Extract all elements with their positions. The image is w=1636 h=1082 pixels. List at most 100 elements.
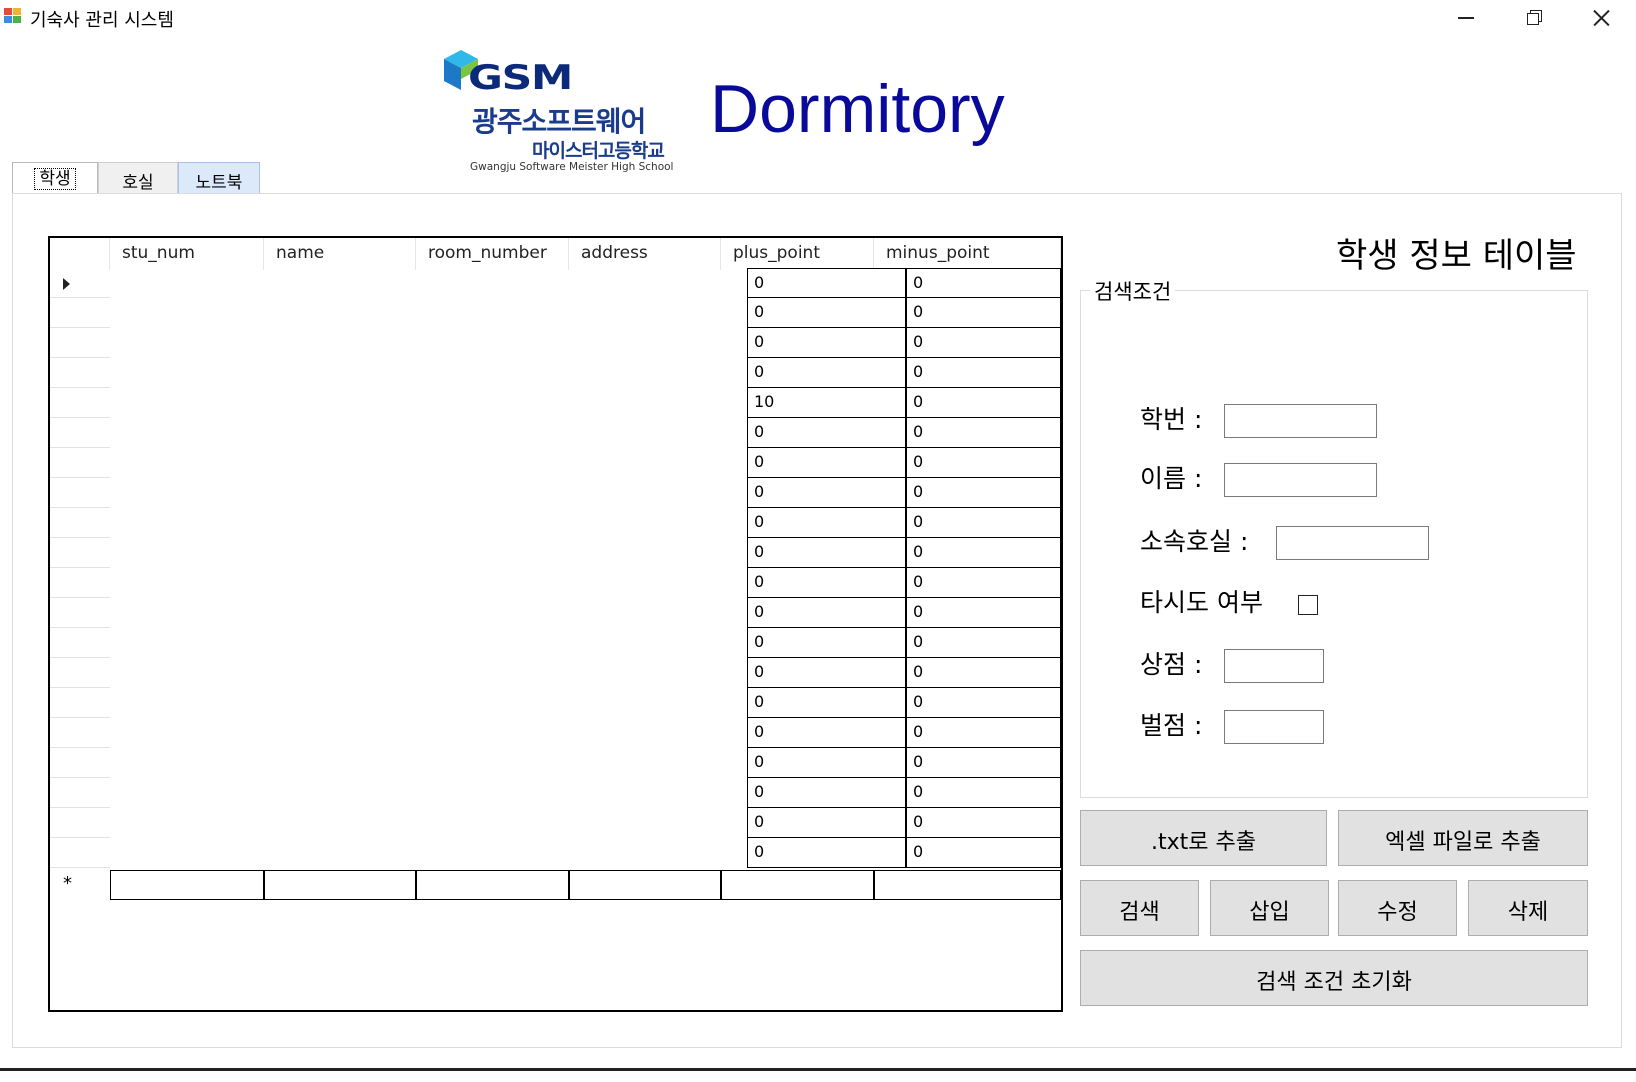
row-header[interactable] [50,418,110,448]
cell-minus-point[interactable]: 0 [906,508,1061,538]
cell-plus-point[interactable]: 0 [747,598,906,628]
cell-minus-point[interactable]: 0 [906,268,1061,298]
row-header[interactable] [50,568,110,598]
cell-minus-point[interactable]: 0 [906,628,1061,658]
delete-button[interactable]: 삭제 [1468,880,1588,936]
row-header[interactable] [50,298,110,328]
new-row-cell[interactable] [874,870,1061,900]
room-input[interactable] [1276,526,1429,560]
cell-minus-point[interactable]: 0 [906,298,1061,328]
cell-plus-point[interactable]: 0 [747,628,906,658]
export-txt-button[interactable]: .txt로 추출 [1080,810,1327,866]
close-button[interactable] [1566,0,1636,36]
cell-plus-point[interactable]: 0 [747,718,906,748]
cell-minus-point[interactable]: 0 [906,658,1061,688]
row-header[interactable] [50,628,110,658]
row-header[interactable] [50,508,110,538]
column-header-plus-point[interactable]: plus_point [721,238,874,270]
table-row[interactable]: 00 [50,718,1061,748]
cell-minus-point[interactable]: 0 [906,418,1061,448]
table-row[interactable]: 00 [50,418,1061,448]
row-header[interactable] [50,838,110,868]
cell-plus-point[interactable]: 0 [747,508,906,538]
cell-plus-point[interactable]: 0 [747,358,906,388]
cell-minus-point[interactable]: 0 [906,748,1061,778]
tab-student[interactable]: 학생 [12,162,98,194]
table-row[interactable]: 00 [50,598,1061,628]
row-header[interactable] [50,478,110,508]
cell-plus-point[interactable]: 0 [747,568,906,598]
stu-num-input[interactable] [1224,404,1377,438]
table-row[interactable]: 00 [50,328,1061,358]
cell-plus-point[interactable]: 0 [747,778,906,808]
table-row[interactable]: 00 [50,538,1061,568]
cell-minus-point[interactable]: 0 [906,538,1061,568]
cell-plus-point[interactable]: 0 [747,328,906,358]
cell-plus-point[interactable]: 10 [747,388,906,418]
student-data-grid[interactable]: stu_num name room_number address plus_po… [48,236,1063,1012]
cell-minus-point[interactable]: 0 [906,358,1061,388]
cell-minus-point[interactable]: 0 [906,808,1061,838]
new-row-cell[interactable] [569,870,721,900]
name-input[interactable] [1224,463,1377,497]
table-row[interactable]: 00 [50,568,1061,598]
row-header[interactable] [50,268,110,298]
new-row-cell[interactable] [264,870,416,900]
cell-plus-point[interactable]: 0 [747,298,906,328]
cell-plus-point[interactable]: 0 [747,538,906,568]
insert-button[interactable]: 삽입 [1210,880,1329,936]
cell-minus-point[interactable]: 0 [906,568,1061,598]
row-header[interactable] [50,658,110,688]
update-button[interactable]: 수정 [1338,880,1457,936]
table-row[interactable]: 00 [50,748,1061,778]
row-header[interactable] [50,718,110,748]
cell-minus-point[interactable]: 0 [906,778,1061,808]
cell-minus-point[interactable]: 0 [906,448,1061,478]
cell-minus-point[interactable]: 0 [906,718,1061,748]
row-header[interactable] [50,688,110,718]
other-province-checkbox[interactable] [1298,595,1318,615]
minus-point-input[interactable] [1224,710,1324,744]
table-row[interactable]: 00 [50,658,1061,688]
cell-plus-point[interactable]: 0 [747,658,906,688]
table-row[interactable]: 00 [50,478,1061,508]
cell-plus-point[interactable]: 0 [747,808,906,838]
cell-minus-point[interactable]: 0 [906,688,1061,718]
table-row[interactable]: 00 [50,298,1061,328]
cell-plus-point[interactable]: 0 [747,748,906,778]
table-row[interactable]: 00 [50,268,1061,298]
new-row-cell[interactable] [110,870,264,900]
cell-plus-point[interactable]: 0 [747,688,906,718]
cell-minus-point[interactable]: 0 [906,598,1061,628]
cell-plus-point[interactable]: 0 [747,478,906,508]
table-row[interactable]: 00 [50,628,1061,658]
tab-room[interactable]: 호실 [98,162,178,194]
new-row-cell[interactable] [416,870,569,900]
row-header[interactable] [50,358,110,388]
table-row[interactable]: 00 [50,808,1061,838]
new-row-cell[interactable] [721,870,874,900]
row-header[interactable] [50,538,110,568]
cell-plus-point[interactable]: 0 [747,448,906,478]
row-header[interactable] [50,808,110,838]
row-header[interactable] [50,448,110,478]
table-row[interactable]: 00 [50,508,1061,538]
column-header-name[interactable]: name [264,238,416,270]
cell-minus-point[interactable]: 0 [906,388,1061,418]
row-header[interactable] [50,748,110,778]
plus-point-input[interactable] [1224,649,1324,683]
search-button[interactable]: 검색 [1080,880,1199,936]
row-header[interactable] [50,388,110,418]
table-row[interactable]: 00 [50,688,1061,718]
minimize-button[interactable] [1430,0,1500,36]
cell-plus-point[interactable]: 0 [747,838,906,868]
row-header[interactable] [50,598,110,628]
export-excel-button[interactable]: 엑셀 파일로 추출 [1338,810,1588,866]
column-header-address[interactable]: address [569,238,721,270]
new-row[interactable]: * [50,870,1061,900]
cell-plus-point[interactable]: 0 [747,418,906,448]
column-header-minus-point[interactable]: minus_point [874,238,1061,270]
tab-laptop[interactable]: 노트북 [178,162,260,194]
cell-minus-point[interactable]: 0 [906,328,1061,358]
table-row[interactable]: 00 [50,358,1061,388]
